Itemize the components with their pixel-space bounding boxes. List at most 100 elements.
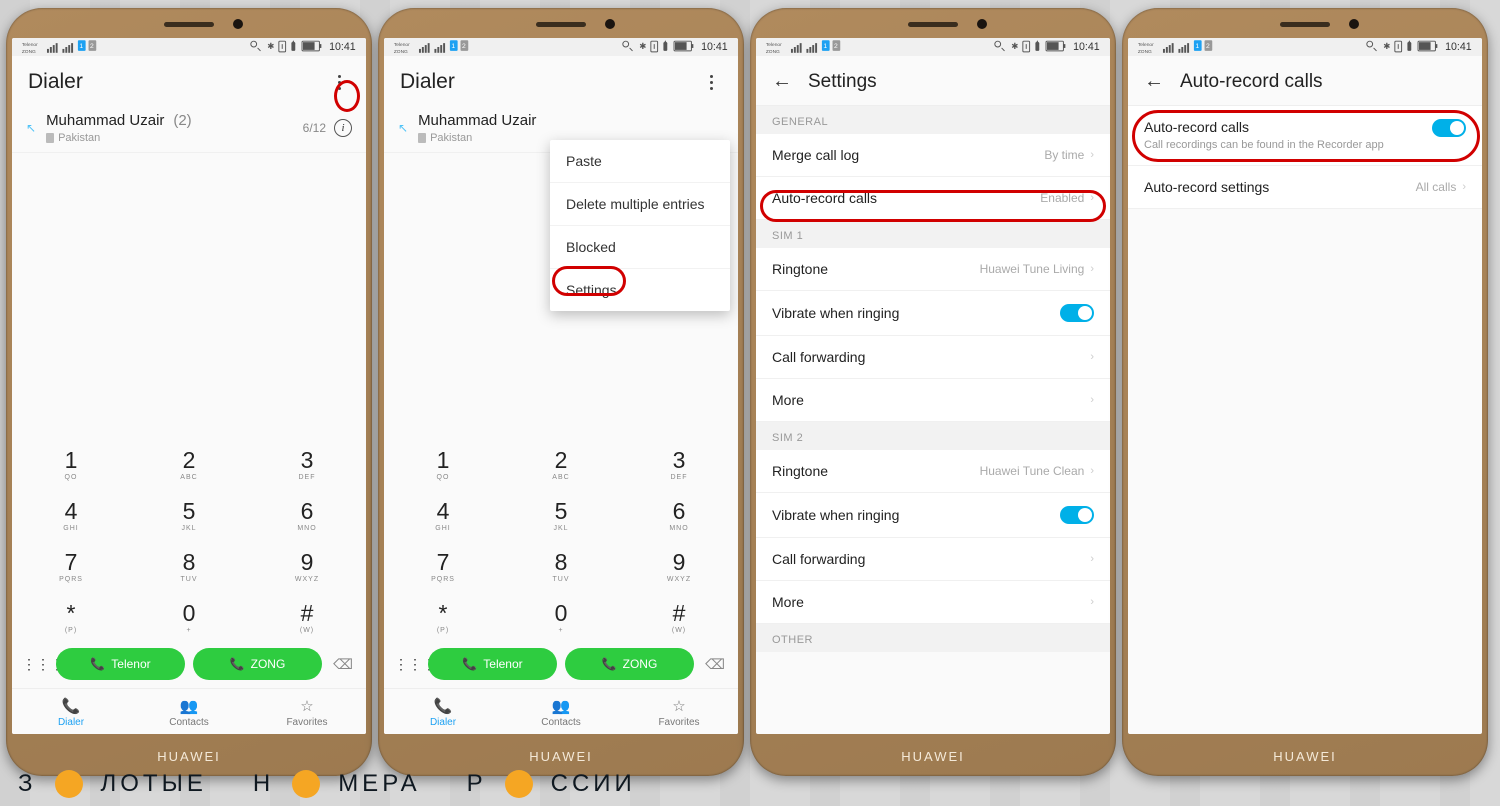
key-star[interactable]: *(P): [384, 589, 502, 640]
setting-merge-call-log[interactable]: Merge call logBy time›: [756, 134, 1110, 177]
chevron-right-icon: ›: [1462, 181, 1466, 193]
settings-title: Settings: [808, 71, 877, 93]
menu-settings[interactable]: Settings: [550, 269, 730, 311]
chevron-right-icon: ›: [1090, 394, 1094, 406]
back-icon[interactable]: ←: [1144, 70, 1164, 93]
phone-3-settings: ← Settings GENERAL Merge call logBy time…: [750, 8, 1116, 776]
phone-icon: 📞: [384, 697, 502, 715]
chevron-right-icon: ›: [1090, 553, 1094, 565]
chevron-right-icon: ›: [1090, 465, 1094, 477]
setting-auto-record-settings[interactable]: Auto-record settingsAll calls›: [1128, 166, 1482, 209]
caller-name: Muhammad Uzair: [418, 112, 536, 129]
key-6[interactable]: 6MNO: [248, 487, 366, 538]
key-6[interactable]: 6MNO: [620, 487, 738, 538]
menu-paste[interactable]: Paste: [550, 140, 730, 183]
more-menu-icon[interactable]: [700, 71, 722, 93]
sim-icon: [46, 133, 54, 143]
key-1[interactable]: 1QO: [384, 436, 502, 487]
phone-icon: 📞: [462, 657, 477, 671]
tab-dialer[interactable]: 📞Dialer: [384, 689, 502, 734]
status-bar: [1128, 38, 1482, 56]
call-sim2-button[interactable]: 📞ZONG: [193, 648, 322, 680]
key-8[interactable]: 8TUV: [130, 538, 248, 589]
setting-auto-record-calls[interactable]: Auto-record callsEnabled›: [756, 177, 1110, 220]
watermark-logo: ЗЛОТЫЕ НМЕРА РССИИ: [18, 770, 636, 798]
tab-contacts[interactable]: 👥Contacts: [502, 689, 620, 734]
status-bar: [384, 38, 738, 56]
status-bar: [12, 38, 366, 56]
tab-favorites[interactable]: ☆Favorites: [248, 689, 366, 734]
phone-icon: 📞: [12, 697, 130, 715]
backspace-icon[interactable]: ⌫: [330, 656, 356, 673]
toggle-on[interactable]: [1432, 119, 1466, 137]
more-menu-icon[interactable]: [328, 71, 350, 93]
menu-blocked[interactable]: Blocked: [550, 226, 730, 269]
key-3[interactable]: 3DEF: [248, 436, 366, 487]
call-date: 6/12: [303, 121, 326, 135]
call-log-row[interactable]: ↖ Muhammad Uzair (2) Pakistan 6/12 i: [12, 104, 366, 153]
phone-4-auto-record: ← Auto-record calls Auto-record calls Ca…: [1122, 8, 1488, 776]
outgoing-call-icon: ↖: [26, 121, 36, 135]
key-star[interactable]: *(P): [12, 589, 130, 640]
setting-ringtone-sim1[interactable]: RingtoneHuawei Tune Living›: [756, 248, 1110, 291]
key-0[interactable]: 0+: [502, 589, 620, 640]
key-4[interactable]: 4GHI: [384, 487, 502, 538]
key-5[interactable]: 5JKL: [130, 487, 248, 538]
info-icon[interactable]: i: [334, 119, 352, 137]
setting-auto-record-toggle[interactable]: Auto-record calls Call recordings can be…: [1128, 106, 1482, 166]
section-sim1: SIM 1: [756, 220, 1110, 248]
key-2[interactable]: 2ABC: [130, 436, 248, 487]
call-sim1-button[interactable]: 📞Telenor: [56, 648, 185, 680]
tab-dialer[interactable]: 📞Dialer: [12, 689, 130, 734]
star-icon: ☆: [620, 697, 738, 715]
setting-ringtone-sim2[interactable]: RingtoneHuawei Tune Clean›: [756, 450, 1110, 493]
auto-record-title: Auto-record calls: [1180, 71, 1323, 93]
key-2[interactable]: 2ABC: [502, 436, 620, 487]
setting-vibrate-sim2[interactable]: Vibrate when ringing: [756, 493, 1110, 538]
section-other: OTHER: [756, 624, 1110, 652]
setting-more-sim1[interactable]: More›: [756, 379, 1110, 422]
key-9[interactable]: 9WXYZ: [620, 538, 738, 589]
toggle-on[interactable]: [1060, 506, 1094, 524]
chevron-right-icon: ›: [1090, 192, 1094, 204]
key-8[interactable]: 8TUV: [502, 538, 620, 589]
chevron-right-icon: ›: [1090, 351, 1094, 363]
keypad: 1QO 2ABC 3DEF 4GHI 5JKL 6MNO 7PQRS 8TUV …: [384, 436, 738, 734]
section-general: GENERAL: [756, 106, 1110, 134]
setting-call-forwarding-sim1[interactable]: Call forwarding›: [756, 336, 1110, 379]
caller-name: Muhammad Uzair: [46, 112, 164, 129]
tab-contacts[interactable]: 👥Contacts: [130, 689, 248, 734]
key-7[interactable]: 7PQRS: [12, 538, 130, 589]
dialpad-toggle-icon[interactable]: ⋮⋮⋮: [394, 656, 420, 673]
key-hash[interactable]: #(W): [248, 589, 366, 640]
key-1[interactable]: 1QO: [12, 436, 130, 487]
menu-delete-multiple[interactable]: Delete multiple entries: [550, 183, 730, 226]
call-sim1-button[interactable]: 📞Telenor: [428, 648, 557, 680]
contacts-icon: 👥: [502, 697, 620, 715]
key-hash[interactable]: #(W): [620, 589, 738, 640]
call-sim2-button[interactable]: 📞ZONG: [565, 648, 694, 680]
brand-logo: HUAWEI: [1122, 749, 1488, 764]
phone-icon: 📞: [602, 657, 617, 671]
key-0[interactable]: 0+: [130, 589, 248, 640]
key-5[interactable]: 5JKL: [502, 487, 620, 538]
setting-more-sim2[interactable]: More›: [756, 581, 1110, 624]
key-4[interactable]: 4GHI: [12, 487, 130, 538]
phone-2-dialer-menu: Dialer ↖ Muhammad Uzair Pakistan 1QO 2AB…: [378, 8, 744, 776]
dialpad-toggle-icon[interactable]: ⋮⋮⋮: [22, 656, 48, 673]
star-icon: ☆: [248, 697, 366, 715]
setting-call-forwarding-sim2[interactable]: Call forwarding›: [756, 538, 1110, 581]
tab-favorites[interactable]: ☆Favorites: [620, 689, 738, 734]
setting-vibrate-sim1[interactable]: Vibrate when ringing: [756, 291, 1110, 336]
key-7[interactable]: 7PQRS: [384, 538, 502, 589]
back-icon[interactable]: ←: [772, 70, 792, 93]
phone-icon: 📞: [90, 657, 105, 671]
key-9[interactable]: 9WXYZ: [248, 538, 366, 589]
backspace-icon[interactable]: ⌫: [702, 656, 728, 673]
status-bar: [756, 38, 1110, 56]
phone-icon: 📞: [230, 657, 245, 671]
toggle-on[interactable]: [1060, 304, 1094, 322]
dialer-title: Dialer: [400, 70, 455, 94]
sim-icon: [418, 133, 426, 143]
key-3[interactable]: 3DEF: [620, 436, 738, 487]
